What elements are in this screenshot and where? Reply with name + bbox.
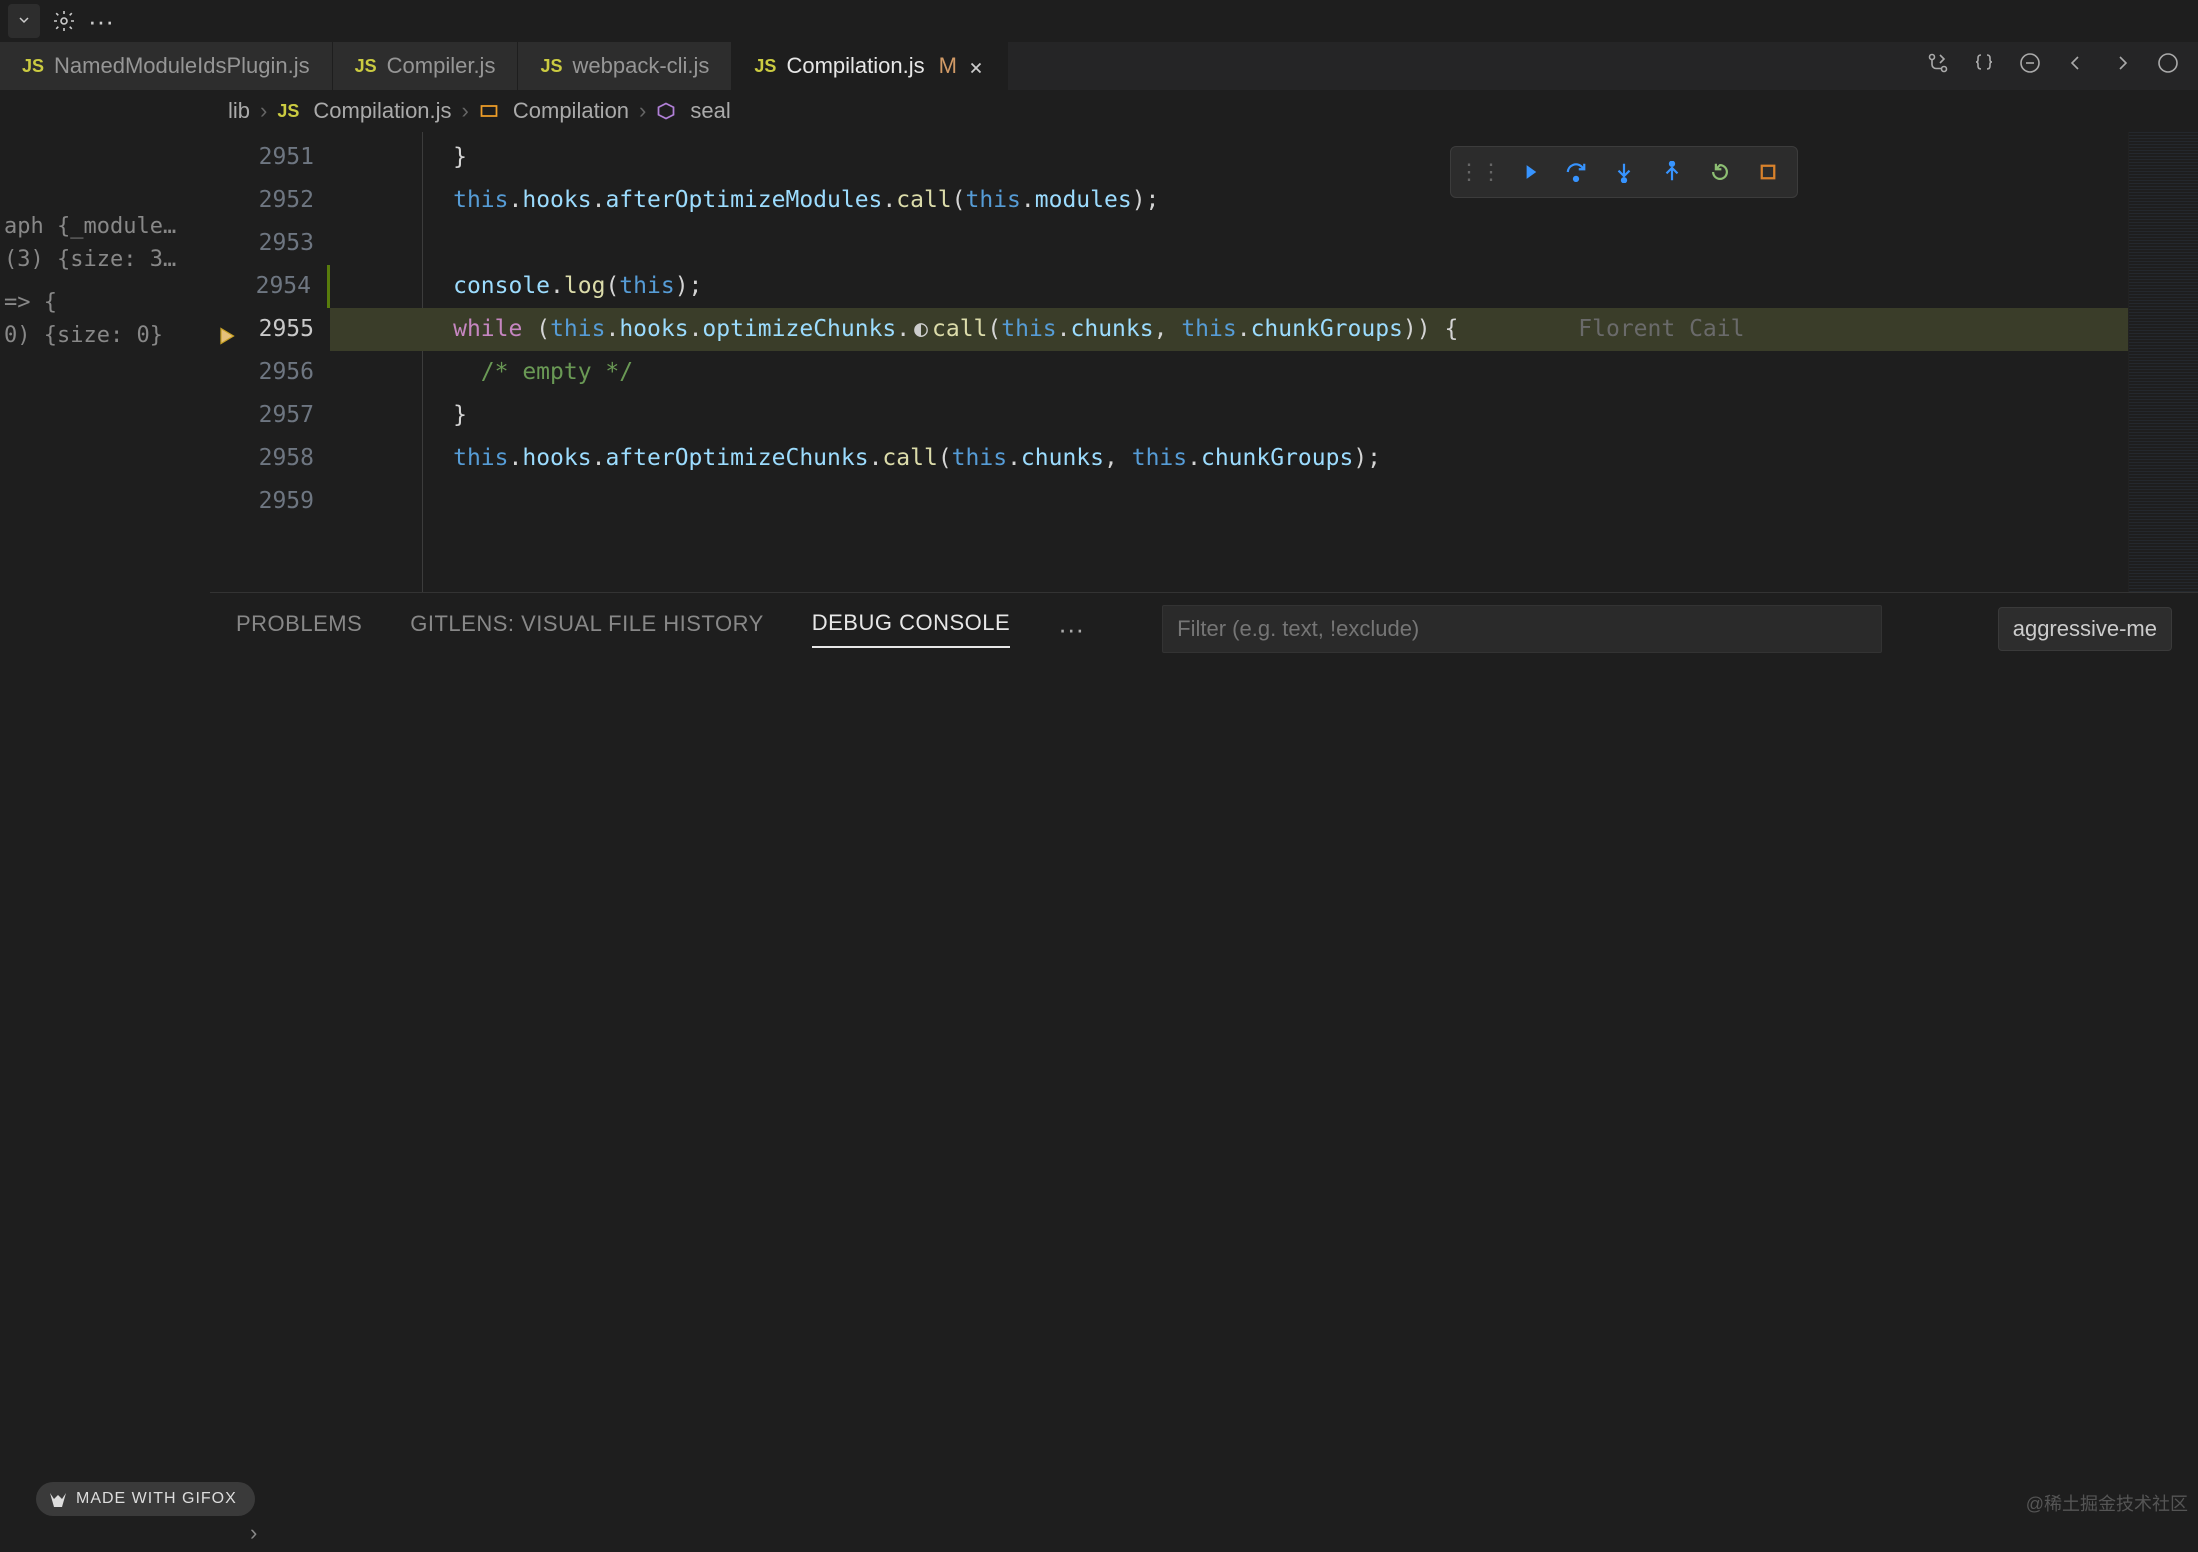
close-icon[interactable] — [967, 57, 985, 75]
tab-label: Compilation.js — [786, 53, 924, 79]
ellipsis-icon[interactable]: ··· — [88, 6, 114, 37]
code-line[interactable]: this.hooks.afterOptimizeChunks.call(this… — [330, 437, 2128, 480]
braces-icon[interactable] — [1972, 51, 1996, 81]
info-icon[interactable] — [2156, 51, 2180, 81]
js-file-icon: JS — [277, 101, 299, 122]
chevron-right-icon: › — [639, 98, 646, 124]
panel-tab-gitlens[interactable]: GITLENS: VISUAL FILE HISTORY — [410, 611, 763, 647]
method-icon — [656, 101, 676, 121]
fox-icon — [48, 1490, 68, 1515]
debug-variables-panel: aph {_module… (3) {size: 3… => { 0) {siz… — [0, 90, 210, 1552]
run-icon[interactable] — [2018, 51, 2042, 81]
breadcrumb[interactable]: lib › JS Compilation.js › Compilation › … — [210, 90, 2198, 132]
js-file-icon: JS — [754, 56, 776, 77]
breadcrumb-file[interactable]: Compilation.js — [313, 98, 451, 124]
js-file-icon: JS — [540, 56, 562, 77]
variable-row[interactable]: (3) {size: 3… — [0, 243, 210, 276]
debug-target-select[interactable]: aggressive-me — [1998, 607, 2172, 651]
bottom-panel: PROBLEMS GITLENS: VISUAL FILE HISTORY DE… — [210, 592, 2198, 1552]
breadcrumb-class[interactable]: Compilation — [513, 98, 629, 124]
panel-tab-problems[interactable]: PROBLEMS — [236, 611, 362, 647]
line-gutter[interactable]: 295129522953295429552956295729582959 — [210, 132, 330, 592]
chevron-right-icon[interactable]: › — [250, 1520, 257, 1546]
breakpoint-icon[interactable] — [216, 318, 236, 361]
code-line[interactable]: } — [330, 394, 2128, 437]
filter-input[interactable] — [1162, 605, 1882, 653]
chevron-right-icon: › — [462, 98, 469, 124]
tab-label: webpack-cli.js — [572, 53, 709, 79]
back-icon[interactable] — [2064, 51, 2088, 81]
code-line[interactable]: console.log(this); — [330, 265, 2128, 308]
tab-compilation[interactable]: JS Compilation.js M — [732, 42, 1008, 90]
variable-row[interactable]: => { — [0, 286, 210, 319]
editor-tabs: JS NamedModuleIdsPlugin.js JS Compiler.j… — [0, 42, 2198, 90]
variable-row[interactable]: 0) {size: 0} — [0, 319, 210, 352]
forward-icon[interactable] — [2110, 51, 2134, 81]
code-line[interactable]: this.hooks.afterOptimizeModules.call(thi… — [330, 179, 2128, 222]
code-content[interactable]: } this.hooks.afterOptimizeModules.call(t… — [330, 132, 2128, 592]
minimap[interactable] — [2128, 132, 2198, 592]
js-file-icon: JS — [22, 56, 44, 77]
tab-webpack-cli[interactable]: JS webpack-cli.js — [518, 42, 732, 90]
js-file-icon: JS — [355, 56, 377, 77]
community-watermark: @稀土掘金技术社区 — [2026, 1490, 2188, 1516]
ellipsis-icon[interactable]: ··· — [1058, 614, 1084, 645]
panel-tab-debug-console[interactable]: DEBUG CONSOLE — [812, 610, 1010, 648]
tab-named-module-ids[interactable]: JS NamedModuleIdsPlugin.js — [0, 42, 333, 90]
code-line[interactable] — [330, 222, 2128, 265]
title-bar: ··· — [0, 0, 2198, 42]
nav-dropdown[interactable] — [8, 4, 40, 38]
chevron-right-icon: › — [260, 98, 267, 124]
class-icon — [479, 101, 499, 121]
modified-indicator: M — [939, 53, 957, 79]
tab-label: NamedModuleIdsPlugin.js — [54, 53, 310, 79]
breadcrumb-method[interactable]: seal — [690, 98, 730, 124]
gifox-watermark: MADE WITH GIFOX — [36, 1482, 255, 1516]
compare-icon[interactable] — [1926, 51, 1950, 81]
code-line[interactable]: while (this.hooks.optimizeChunks.◐call(t… — [330, 308, 2128, 351]
gear-icon[interactable] — [52, 9, 76, 33]
code-editor[interactable]: 295129522953295429552956295729582959 } t… — [210, 132, 2198, 592]
tab-label: Compiler.js — [387, 53, 496, 79]
code-line[interactable]: } — [330, 136, 2128, 179]
breadcrumb-folder[interactable]: lib — [228, 98, 250, 124]
code-line[interactable]: /* empty */ — [330, 351, 2128, 394]
code-line[interactable] — [330, 480, 2128, 523]
tab-compiler[interactable]: JS Compiler.js — [333, 42, 519, 90]
variable-row[interactable]: aph {_module… — [0, 210, 210, 243]
